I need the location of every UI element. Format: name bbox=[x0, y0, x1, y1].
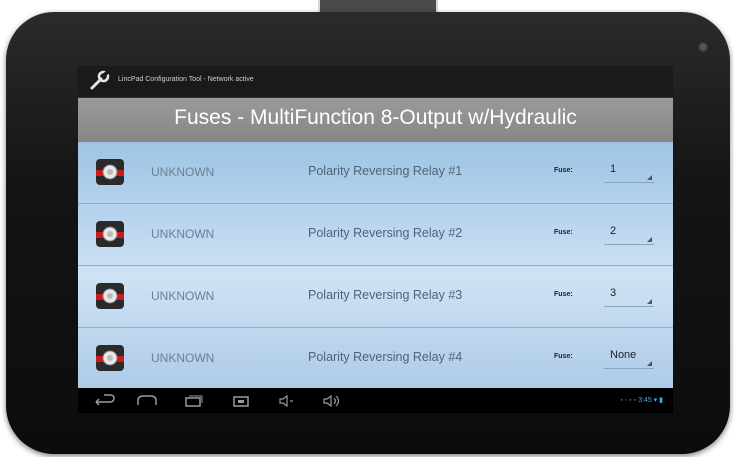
dropdown-arrow-icon bbox=[647, 299, 652, 304]
status-area: ▪ ▫ ▪ ▪ 3:45 ▾ ▮ bbox=[620, 396, 663, 404]
dropdown-arrow-icon bbox=[647, 361, 652, 366]
list-item[interactable]: UNKNOWN Polarity Reversing Relay #2 Fuse… bbox=[78, 204, 673, 266]
list-item[interactable]: UNKNOWN Polarity Reversing Relay #3 Fuse… bbox=[78, 266, 673, 328]
relay-icon bbox=[96, 159, 124, 185]
fuse-value: 1 bbox=[610, 163, 617, 175]
output-description: Polarity Reversing Relay #3 bbox=[308, 288, 463, 302]
title-bar: LincPad Configuration Tool - Network act… bbox=[78, 66, 673, 98]
list-item[interactable]: UNKNOWN Polarity Reversing Relay #1 Fuse… bbox=[78, 142, 673, 204]
volume-down-icon[interactable] bbox=[279, 394, 293, 408]
notification-icon: ▪ ▫ ▪ ▪ bbox=[620, 397, 637, 404]
screen: LincPad Configuration Tool - Network act… bbox=[78, 66, 673, 413]
fuse-value: None bbox=[610, 349, 637, 361]
screenshot-icon[interactable] bbox=[233, 396, 249, 407]
output-description: Polarity Reversing Relay #2 bbox=[308, 226, 463, 240]
output-description: Polarity Reversing Relay #1 bbox=[308, 164, 463, 178]
fuse-value: 2 bbox=[610, 225, 617, 237]
home-icon[interactable] bbox=[137, 395, 157, 405]
fuse-label: Fuse: bbox=[554, 291, 573, 298]
page-title: Fuses - MultiFunction 8-Output w/Hydraul… bbox=[174, 106, 577, 129]
camera-icon bbox=[698, 42, 708, 52]
dropdown-arrow-icon bbox=[647, 237, 652, 242]
fuse-label: Fuse: bbox=[554, 353, 573, 360]
fuse-value: 3 bbox=[610, 287, 617, 299]
status-text: UNKNOWN bbox=[151, 351, 215, 365]
fuse-label: Fuse: bbox=[554, 167, 573, 174]
fuse-dropdown[interactable]: 1 bbox=[604, 160, 654, 183]
android-nav-bar: ▪ ▫ ▪ ▪ 3:45 ▾ ▮ bbox=[78, 388, 673, 413]
status-text: UNKNOWN bbox=[151, 289, 215, 303]
relay-icon bbox=[96, 221, 124, 247]
volume-up-icon[interactable] bbox=[323, 394, 340, 408]
fuse-dropdown[interactable]: 3 bbox=[604, 284, 654, 307]
page-header: Fuses - MultiFunction 8-Output w/Hydraul… bbox=[78, 98, 673, 142]
status-text: UNKNOWN bbox=[151, 227, 215, 241]
fuse-list: UNKNOWN Polarity Reversing Relay #1 Fuse… bbox=[78, 142, 673, 388]
fuse-dropdown[interactable]: 2 bbox=[604, 222, 654, 245]
back-icon[interactable] bbox=[95, 394, 115, 406]
relay-icon bbox=[96, 283, 124, 309]
recent-apps-icon[interactable] bbox=[185, 395, 203, 407]
fuse-label: Fuse: bbox=[554, 229, 573, 236]
status-text: UNKNOWN bbox=[151, 165, 215, 179]
fuse-dropdown[interactable]: None bbox=[604, 346, 654, 369]
output-description: Polarity Reversing Relay #4 bbox=[308, 350, 463, 364]
battery-icon: ▮ bbox=[659, 397, 663, 404]
app-title: LincPad Configuration Tool - Network act… bbox=[118, 76, 254, 83]
wifi-icon: ▾ bbox=[653, 397, 658, 404]
list-item[interactable]: UNKNOWN Polarity Reversing Relay #4 Fuse… bbox=[78, 328, 673, 389]
clock: 3:45 bbox=[638, 397, 652, 404]
wrench-icon bbox=[90, 70, 110, 90]
relay-icon bbox=[96, 345, 124, 371]
nav-buttons bbox=[95, 394, 340, 408]
dropdown-arrow-icon bbox=[647, 175, 652, 180]
